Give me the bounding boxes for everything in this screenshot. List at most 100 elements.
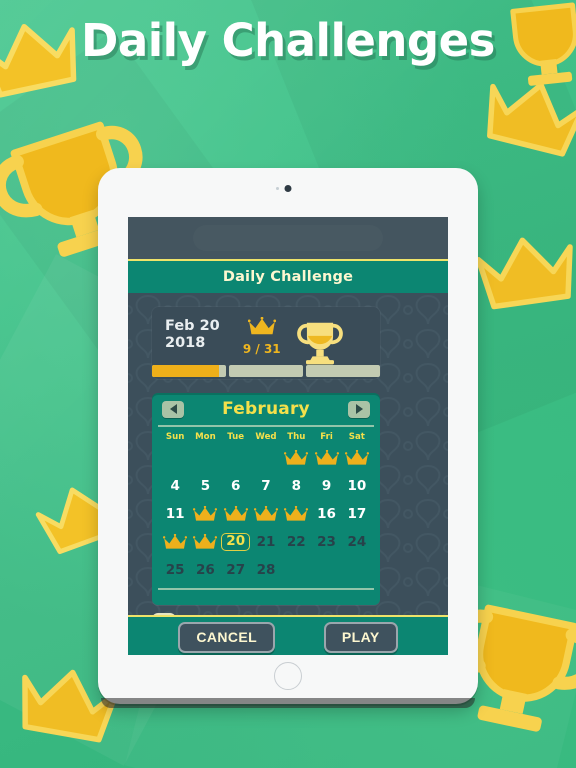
- calendar-day-number: 27: [226, 562, 246, 578]
- calendar-day-completed[interactable]: [190, 528, 220, 556]
- calendar-day-empty: [281, 556, 311, 584]
- calendar-day[interactable]: 24: [342, 528, 372, 556]
- calendar-day-number: 22: [286, 534, 306, 550]
- calendar-day[interactable]: 17: [342, 500, 372, 528]
- calendar-day[interactable]: 22: [281, 528, 311, 556]
- calendar-day-completed[interactable]: [190, 500, 220, 528]
- cancel-button[interactable]: CANCEL: [178, 621, 276, 653]
- crown-count-label: 9 / 31: [242, 342, 281, 356]
- calendar-day[interactable]: 9: [311, 472, 341, 500]
- calendar-day-empty: [221, 444, 251, 472]
- calendar-day[interactable]: 8: [281, 472, 311, 500]
- play-button[interactable]: PLAY: [323, 621, 398, 653]
- calendar: February Sun Mon Tue Wed Thu Fri Sat 4 5 6 7 8 9 10 1…: [152, 393, 380, 605]
- calendar-day-completed[interactable]: [311, 444, 341, 472]
- calendar-weekday: Sun: [165, 432, 185, 442]
- camera-dot-icon: [284, 185, 292, 192]
- calendar-day-empty: [190, 444, 220, 472]
- calendar-weekday: Sat: [348, 432, 365, 442]
- crown-decoration: [466, 221, 576, 325]
- home-button[interactable]: [274, 662, 302, 690]
- calendar-day-number: 11: [165, 506, 185, 522]
- calendar-day-number: 23: [317, 534, 336, 550]
- calendar-day[interactable]: 21: [251, 528, 281, 556]
- calendar-day-number: 20: [221, 533, 251, 551]
- progress-bar: [152, 365, 380, 377]
- calendar-prev-button[interactable]: [162, 400, 184, 418]
- progress-fill: [152, 365, 219, 377]
- crown-icon: [193, 533, 218, 549]
- crown-icon: [247, 316, 276, 335]
- challenge-date-line2: 2018: [165, 335, 206, 351]
- challenge-date-line1: Feb 20: [165, 318, 220, 334]
- calendar-next-button[interactable]: [348, 400, 370, 418]
- camera-sensor-icon: [276, 187, 279, 190]
- tablet-screen: Daily Challenge Feb 20 2018 9 / 31 Febru…: [128, 217, 448, 655]
- calendar-day[interactable]: 23: [311, 528, 341, 556]
- status-bar: [128, 217, 448, 259]
- calendar-day[interactable]: 5: [190, 472, 220, 500]
- calendar-day-empty: [342, 556, 372, 584]
- calendar-day-number: 25: [165, 562, 185, 578]
- progress-segment: [152, 365, 226, 377]
- calendar-day[interactable]: 4: [160, 472, 190, 500]
- app-titlebar: Daily Challenge: [128, 259, 448, 293]
- tablet-device: Daily Challenge Feb 20 2018 9 / 31 Febru…: [98, 168, 478, 708]
- crown-icon: [344, 449, 369, 465]
- calendar-grid: 4 5 6 7 8 9 10 11 16 17 20 21 22 23 24 25 26 27 28: [160, 444, 372, 584]
- calendar-day[interactable]: 16: [311, 500, 341, 528]
- calendar-day[interactable]: 11: [160, 500, 190, 528]
- calendar-day-number: 10: [347, 478, 367, 494]
- calendar-day[interactable]: 25: [160, 556, 190, 584]
- calendar-weekday: Tue: [227, 432, 245, 442]
- calendar-day-number: 9: [321, 478, 332, 494]
- calendar-day[interactable]: 7: [251, 472, 281, 500]
- calendar-month-label: February: [222, 399, 310, 419]
- calendar-weekday: Fri: [320, 432, 333, 442]
- crown-icon: [284, 505, 309, 521]
- crown-icon: [314, 449, 339, 465]
- challenge-date: Feb 20 2018: [165, 318, 220, 352]
- progress-segment: [306, 365, 380, 377]
- calendar-day-number: 17: [347, 506, 367, 522]
- crown-icon: [253, 505, 278, 521]
- crown-counter: 9 / 31: [238, 316, 286, 356]
- calendar-day[interactable]: 10: [342, 472, 372, 500]
- calendar-day-number: 6: [231, 478, 241, 494]
- crown-icon: [193, 505, 218, 521]
- crown-icon: [284, 449, 309, 465]
- calendar-day[interactable]: 26: [190, 556, 220, 584]
- calendar-day-completed[interactable]: [221, 500, 251, 528]
- app-body: Feb 20 2018 9 / 31 February Sun Mon Tue …: [128, 293, 448, 655]
- calendar-day-completed[interactable]: [281, 500, 311, 528]
- app-title: Daily Challenge: [222, 269, 354, 285]
- calendar-day-number: 5: [200, 478, 211, 494]
- calendar-day-number: 28: [256, 562, 276, 578]
- calendar-day-completed[interactable]: [160, 528, 190, 556]
- progress-segment: [229, 365, 303, 377]
- calendar-day[interactable]: 6: [221, 472, 251, 500]
- calendar-day-empty: [160, 444, 190, 472]
- calendar-day-today[interactable]: 20: [221, 528, 251, 556]
- crown-icon: [163, 533, 188, 549]
- calendar-weekday-row: Sun Mon Tue Wed Thu Fri Sat: [160, 432, 372, 442]
- trophy-icon: [292, 313, 348, 373]
- app-footer: CANCEL PLAY: [128, 615, 448, 655]
- calendar-day-completed[interactable]: [281, 444, 311, 472]
- calendar-day-number: 26: [196, 562, 215, 578]
- page-title: Daily Challenges: [81, 14, 495, 67]
- calendar-divider: [158, 425, 374, 427]
- calendar-day-number: 21: [256, 534, 276, 550]
- calendar-day-number: 24: [347, 534, 367, 550]
- crown-icon: [223, 505, 248, 521]
- calendar-day[interactable]: 28: [251, 556, 281, 584]
- calendar-day-number: 16: [317, 506, 336, 522]
- calendar-day[interactable]: 27: [221, 556, 251, 584]
- calendar-day-completed[interactable]: [251, 500, 281, 528]
- calendar-day-completed[interactable]: [342, 444, 372, 472]
- calendar-header: February: [160, 393, 372, 425]
- calendar-weekday: Wed: [255, 432, 277, 442]
- calendar-day-empty: [251, 444, 281, 472]
- calendar-day-number: 7: [261, 478, 271, 494]
- calendar-day-number: 8: [291, 478, 301, 494]
